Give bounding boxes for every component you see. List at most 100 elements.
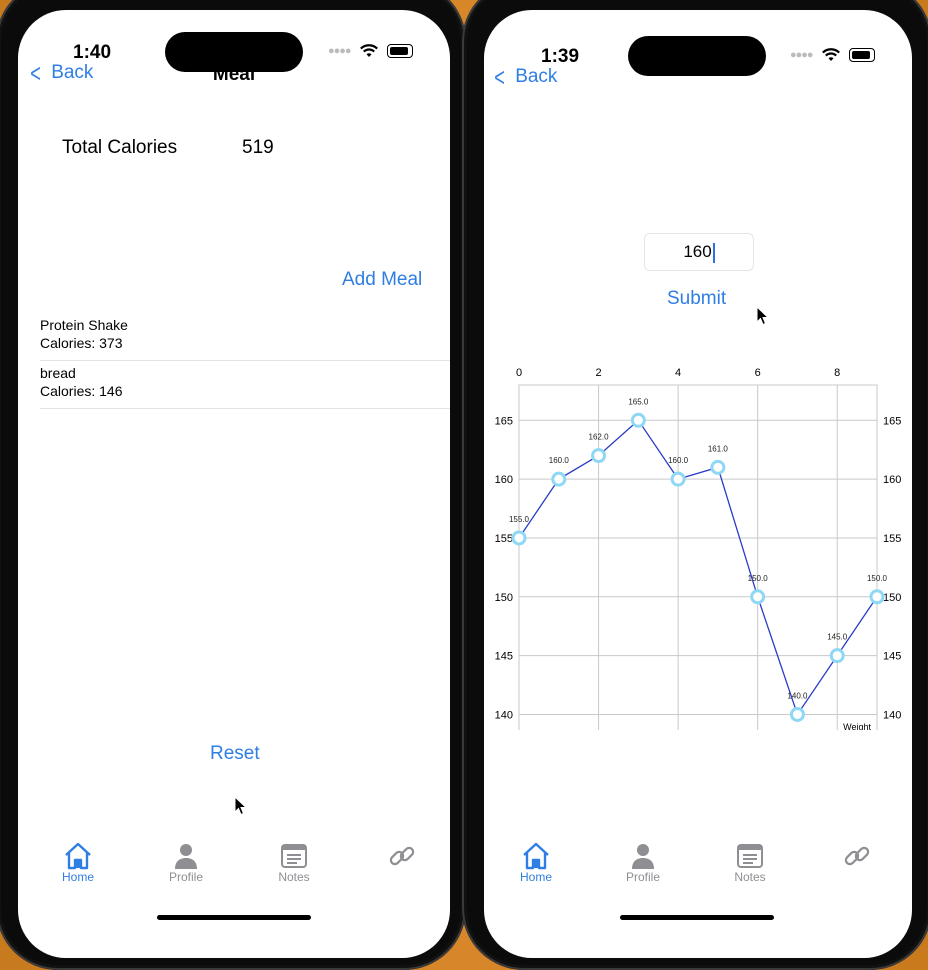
tab-bar: Home Profile Notes [18, 842, 450, 902]
weight-series-line [518, 419, 878, 716]
x-tick-label: 0 [516, 367, 522, 379]
weight-input-value: 160 [683, 242, 712, 261]
mouse-cursor-icon [756, 306, 770, 326]
back-button[interactable]: < Back [492, 64, 557, 90]
signal-icon: ●●●● [328, 45, 352, 57]
tab-home-label: Home [519, 870, 552, 884]
data-label: 145.0 [827, 633, 848, 642]
status-icons: ●●●● [790, 48, 875, 62]
meal-list-item[interactable]: Protein Shake Calories: 373 [40, 316, 450, 361]
data-point [551, 471, 567, 487]
tab-profile[interactable]: Profile [156, 842, 216, 884]
notes-icon [737, 844, 763, 868]
mouse-cursor-icon [234, 796, 248, 816]
tab-home[interactable]: Home [48, 842, 108, 884]
meal-calories: Calories: 373 [40, 335, 123, 351]
y-tick-label-left: 140 [495, 709, 513, 721]
x-tick-label: 2 [595, 367, 601, 379]
wifi-icon [821, 48, 840, 61]
meal-name: Protein Shake [40, 317, 128, 333]
tab-notes-label: Notes [278, 870, 310, 884]
data-point [591, 448, 607, 464]
data-point [829, 648, 845, 664]
tab-home[interactable]: Home [506, 842, 566, 884]
data-label: 140.0 [787, 691, 808, 700]
data-point [869, 589, 885, 605]
wifi-icon [359, 44, 378, 57]
phone-frame-right: 1:39 ●●●● < Back 160 Submit 0 2 4 6 8 140 140 1… [462, 0, 928, 970]
tab-links[interactable] [827, 842, 887, 870]
y-tick-label-right: 150 [883, 592, 901, 604]
meal-calories: Calories: 146 [40, 383, 123, 399]
text-caret [712, 242, 715, 263]
tab-profile-label: Profile [625, 870, 660, 884]
data-point [670, 471, 686, 487]
tab-bar: Home Profile Notes [484, 842, 912, 902]
home-icon [65, 842, 91, 870]
person-icon [175, 844, 197, 869]
page-title: Meal [212, 64, 256, 85]
home-indicator [620, 915, 774, 920]
tab-notes[interactable]: Notes [264, 842, 324, 884]
data-label: 160.0 [668, 456, 689, 465]
tab-profile-label: Profile [168, 870, 203, 884]
x-tick-label: 4 [675, 367, 681, 379]
data-label: 150.0 [867, 574, 888, 583]
y-tick-label-left: 160 [495, 474, 513, 486]
phone-frame-left: 1:40 ●●●● < Back Meal Total Calories 519… [0, 0, 466, 970]
axis-description: Weight [843, 722, 871, 730]
reset-button[interactable]: Reset [210, 743, 260, 765]
data-label: 165.0 [628, 397, 649, 406]
y-tick-label-right: 155 [883, 533, 901, 545]
y-tick-label-right: 145 [883, 651, 901, 663]
status-icons: ●●●● [328, 44, 413, 58]
x-tick-label: 6 [755, 367, 761, 379]
tab-notes-label: Notes [734, 870, 766, 884]
y-tick-label-right: 140 [883, 709, 901, 721]
person-icon [632, 844, 654, 869]
tab-links[interactable] [372, 842, 432, 870]
tab-home-label: Home [61, 870, 94, 884]
total-calories-value: 519 [242, 137, 274, 158]
battery-icon [386, 44, 413, 58]
link-icon [844, 846, 870, 866]
notes-icon [281, 844, 307, 868]
data-label: 162.0 [589, 433, 610, 442]
back-label: Back [515, 66, 558, 87]
meal-name: bread [40, 365, 76, 381]
x-tick-label: 8 [834, 367, 840, 379]
tab-notes[interactable]: Notes [720, 842, 780, 884]
data-point [789, 706, 805, 722]
data-point [710, 459, 726, 475]
signal-icon: ●●●● [790, 49, 814, 61]
y-tick-label-right: 160 [883, 474, 901, 486]
submit-button[interactable]: Submit [667, 288, 726, 310]
data-point [630, 412, 646, 428]
battery-icon [848, 48, 875, 62]
data-label: 155.0 [509, 515, 530, 524]
home-indicator [157, 915, 311, 920]
data-label: 161.0 [708, 444, 729, 453]
tab-profile[interactable]: Profile [613, 842, 673, 884]
weight-input[interactable]: 160 [644, 233, 754, 271]
y-tick-label-left: 150 [495, 592, 513, 604]
y-tick-label-left: 145 [495, 651, 513, 663]
data-point [750, 589, 766, 605]
data-label: 150.0 [748, 574, 769, 583]
chart-plot-area [518, 384, 878, 730]
meal-list-item[interactable]: bread Calories: 146 [40, 364, 450, 409]
dynamic-island [628, 36, 766, 76]
weight-screen: 1:39 ●●●● < Back 160 Submit 0 2 4 6 8 140 140 1… [484, 10, 912, 958]
y-tick-label-left: 165 [495, 415, 513, 427]
home-icon [523, 842, 549, 870]
total-calories-label: Total Calories [62, 137, 178, 158]
y-tick-label-right: 165 [883, 415, 901, 427]
link-icon [389, 846, 415, 866]
y-tick-label-left: 155 [495, 533, 513, 545]
data-point [511, 530, 527, 546]
meal-screen: 1:40 ●●●● < Back Meal Total Calories 519… [18, 10, 450, 958]
weight-line-chart[interactable]: 0 2 4 6 8 140 140 145 145 150 150 155 155 160 160 165 16… [484, 330, 912, 730]
data-label: 160.0 [549, 456, 570, 465]
chevron-left-icon: < [494, 62, 505, 92]
add-meal-button[interactable]: Add Meal [342, 269, 422, 291]
